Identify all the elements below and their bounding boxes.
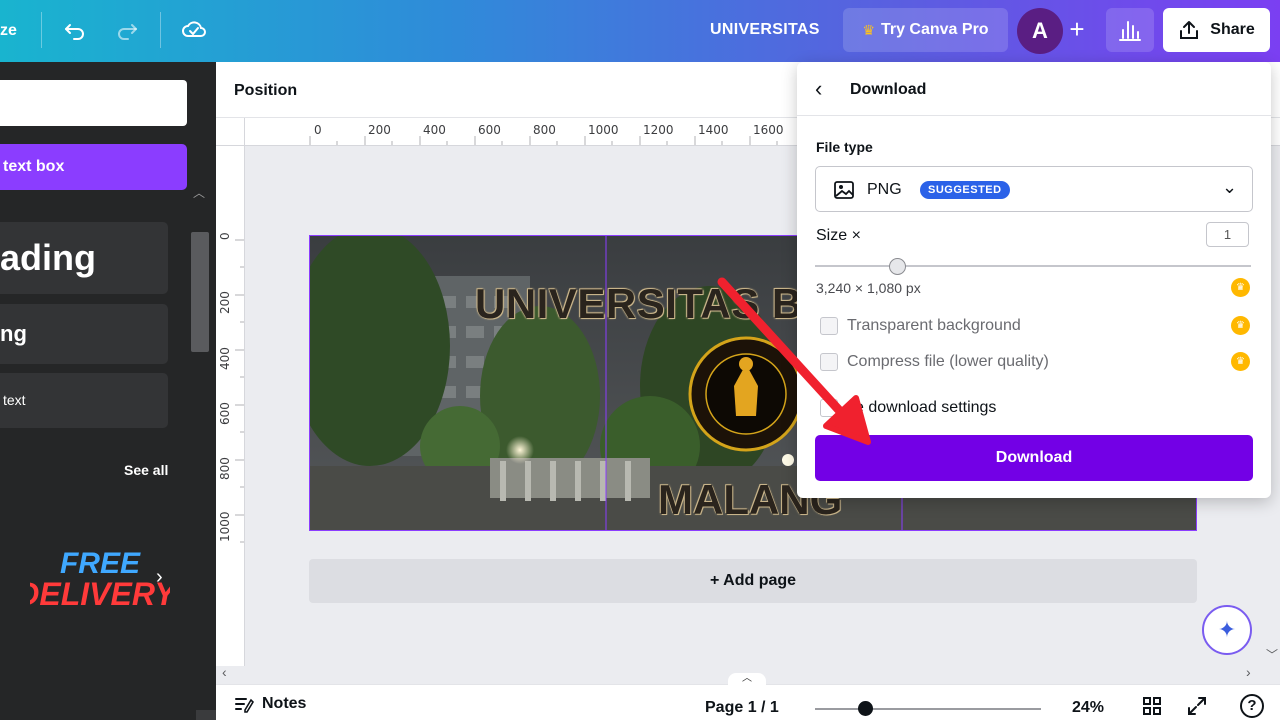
help-button[interactable]: ? [1240, 694, 1264, 718]
dimensions-readout: 3,240 × 1,080 px [816, 280, 921, 296]
ruler-label: 0 [218, 232, 232, 240]
compress-file-checkbox[interactable] [820, 353, 838, 371]
bottom-bar: ︿ Notes Page 1 / 1 24% ? [216, 673, 1280, 720]
share-button[interactable]: Share [1163, 8, 1270, 52]
redo-icon[interactable] [113, 16, 141, 44]
insights-button[interactable] [1106, 8, 1154, 52]
scroll-down-icon[interactable]: ﹀ [1266, 646, 1278, 663]
add-subheading-button[interactable]: ng [0, 304, 168, 364]
transparent-background-label: Transparent background [847, 317, 1021, 334]
top-bar: ze UNIVERSITAS ♛ Try Canva Pro A + Share [0, 0, 1280, 62]
ruler-label: 800 [533, 123, 556, 137]
notes-icon [235, 698, 254, 713]
size-slider-track[interactable] [815, 265, 1251, 267]
promo-line2: DELIVERY [30, 576, 170, 612]
ruler-label: 400 [218, 347, 232, 370]
ruler-label: 600 [478, 123, 501, 137]
free-delivery-template[interactable]: FREE DELIVERY [16, 545, 178, 615]
left-panel-text: text box ading ng text See all FREE DELI… [0, 62, 216, 720]
file-type-value: PNG [867, 181, 902, 198]
download-panel-header: ‹ Download [797, 62, 1271, 116]
suggested-badge: SUGGESTED [920, 181, 1010, 199]
cloud-saved-icon[interactable] [180, 16, 208, 44]
ruler-label: 1000 [218, 511, 232, 542]
download-panel-title: Download [850, 81, 927, 98]
ruler-label: 1200 [643, 123, 674, 137]
pro-crown-icon: ♛ [1231, 316, 1250, 335]
compress-file-label: Compress file (lower quality) [847, 353, 1049, 370]
see-all-link[interactable]: See all [124, 462, 168, 478]
back-chevron-icon[interactable]: ‹ [815, 76, 835, 102]
zoom-level[interactable]: 24% [1072, 699, 1104, 717]
fullscreen-icon[interactable] [1186, 695, 1208, 717]
vertical-ruler: 0 200 400 600 800 1000 [216, 146, 245, 666]
search-input[interactable] [0, 80, 187, 126]
divider [160, 12, 161, 48]
chevron-down-icon: ⌄ [1222, 177, 1238, 197]
transparent-background-checkbox[interactable] [820, 317, 838, 335]
panel-scrollbar[interactable] [191, 232, 209, 352]
crown-icon: ♛ [862, 21, 875, 38]
show-pages-toggle[interactable]: ︿ [728, 673, 766, 685]
ruler-label: 1600 [753, 123, 784, 137]
try-canva-pro-label: Try Canva Pro [880, 21, 989, 38]
size-input[interactable]: 1 [1206, 222, 1249, 247]
file-type-select[interactable]: PNG SUGGESTED ⌄ [815, 166, 1253, 212]
panel-scrollbar-track [196, 710, 216, 720]
chevron-right-icon[interactable]: › [156, 566, 163, 589]
size-label: Size × [816, 227, 861, 244]
download-panel: ‹ Download File type PNG SUGGESTED ⌄ Siz… [797, 62, 1271, 498]
resize-button[interactable]: ze [0, 22, 17, 40]
zoom-slider-handle[interactable] [858, 701, 873, 716]
divider [41, 12, 42, 48]
sparkle-icon: ✦ [1217, 617, 1237, 642]
ruler-label: 200 [218, 291, 232, 314]
add-body-text-button[interactable]: text [0, 373, 168, 428]
notes-button[interactable]: Notes [234, 695, 306, 713]
pro-crown-icon: ♛ [1231, 278, 1250, 297]
avatar[interactable]: A [1017, 8, 1063, 54]
add-text-box-button[interactable]: text box [0, 144, 187, 190]
invite-plus-button[interactable]: + [1062, 14, 1092, 46]
scroll-left-icon[interactable]: ‹ [222, 664, 227, 680]
free-delivery-graphic: FREE DELIVERY [16, 547, 178, 612]
try-canva-pro-button[interactable]: ♛ Try Canva Pro [843, 8, 1008, 52]
page-indicator[interactable]: Page 1 / 1 [705, 699, 779, 717]
ruler-corner [216, 118, 245, 146]
ruler-label: 600 [218, 402, 232, 425]
canvas-text-top[interactable]: UNIVERSITAS B [475, 280, 803, 328]
design-title[interactable]: UNIVERSITAS [710, 21, 820, 39]
add-heading-button[interactable]: ading [0, 222, 168, 294]
chevron-up-icon[interactable]: ︿ [193, 184, 205, 201]
ruler-label: 1000 [588, 123, 619, 137]
ruler-label: 200 [368, 123, 391, 137]
ruler-label: 400 [423, 123, 446, 137]
university-seal [688, 336, 804, 452]
ruler-label: 0 [314, 123, 322, 137]
pro-crown-icon: ♛ [1231, 352, 1250, 371]
share-upload-icon [1180, 21, 1199, 39]
bar-chart-icon [1119, 21, 1141, 41]
magic-sparkle-button[interactable]: ✦ [1202, 605, 1252, 655]
undo-icon[interactable] [61, 16, 89, 44]
ruler-label: 800 [218, 457, 232, 480]
add-page-button[interactable]: + Add page [309, 559, 1197, 603]
notes-label: Notes [262, 695, 307, 712]
position-button[interactable]: Position [234, 82, 297, 100]
size-slider-handle[interactable] [889, 258, 906, 275]
share-label: Share [1210, 21, 1255, 38]
ruler-label: 1400 [698, 123, 729, 137]
save-settings-label: ve download settings [847, 399, 997, 416]
scroll-right-icon[interactable]: › [1246, 664, 1251, 680]
file-type-label: File type [816, 139, 873, 155]
save-settings-checkbox[interactable] [820, 399, 838, 417]
download-button[interactable]: Download [815, 435, 1253, 481]
image-icon [834, 181, 854, 199]
grid-view-icon[interactable] [1141, 695, 1163, 717]
zoom-slider-track[interactable] [815, 708, 1041, 710]
